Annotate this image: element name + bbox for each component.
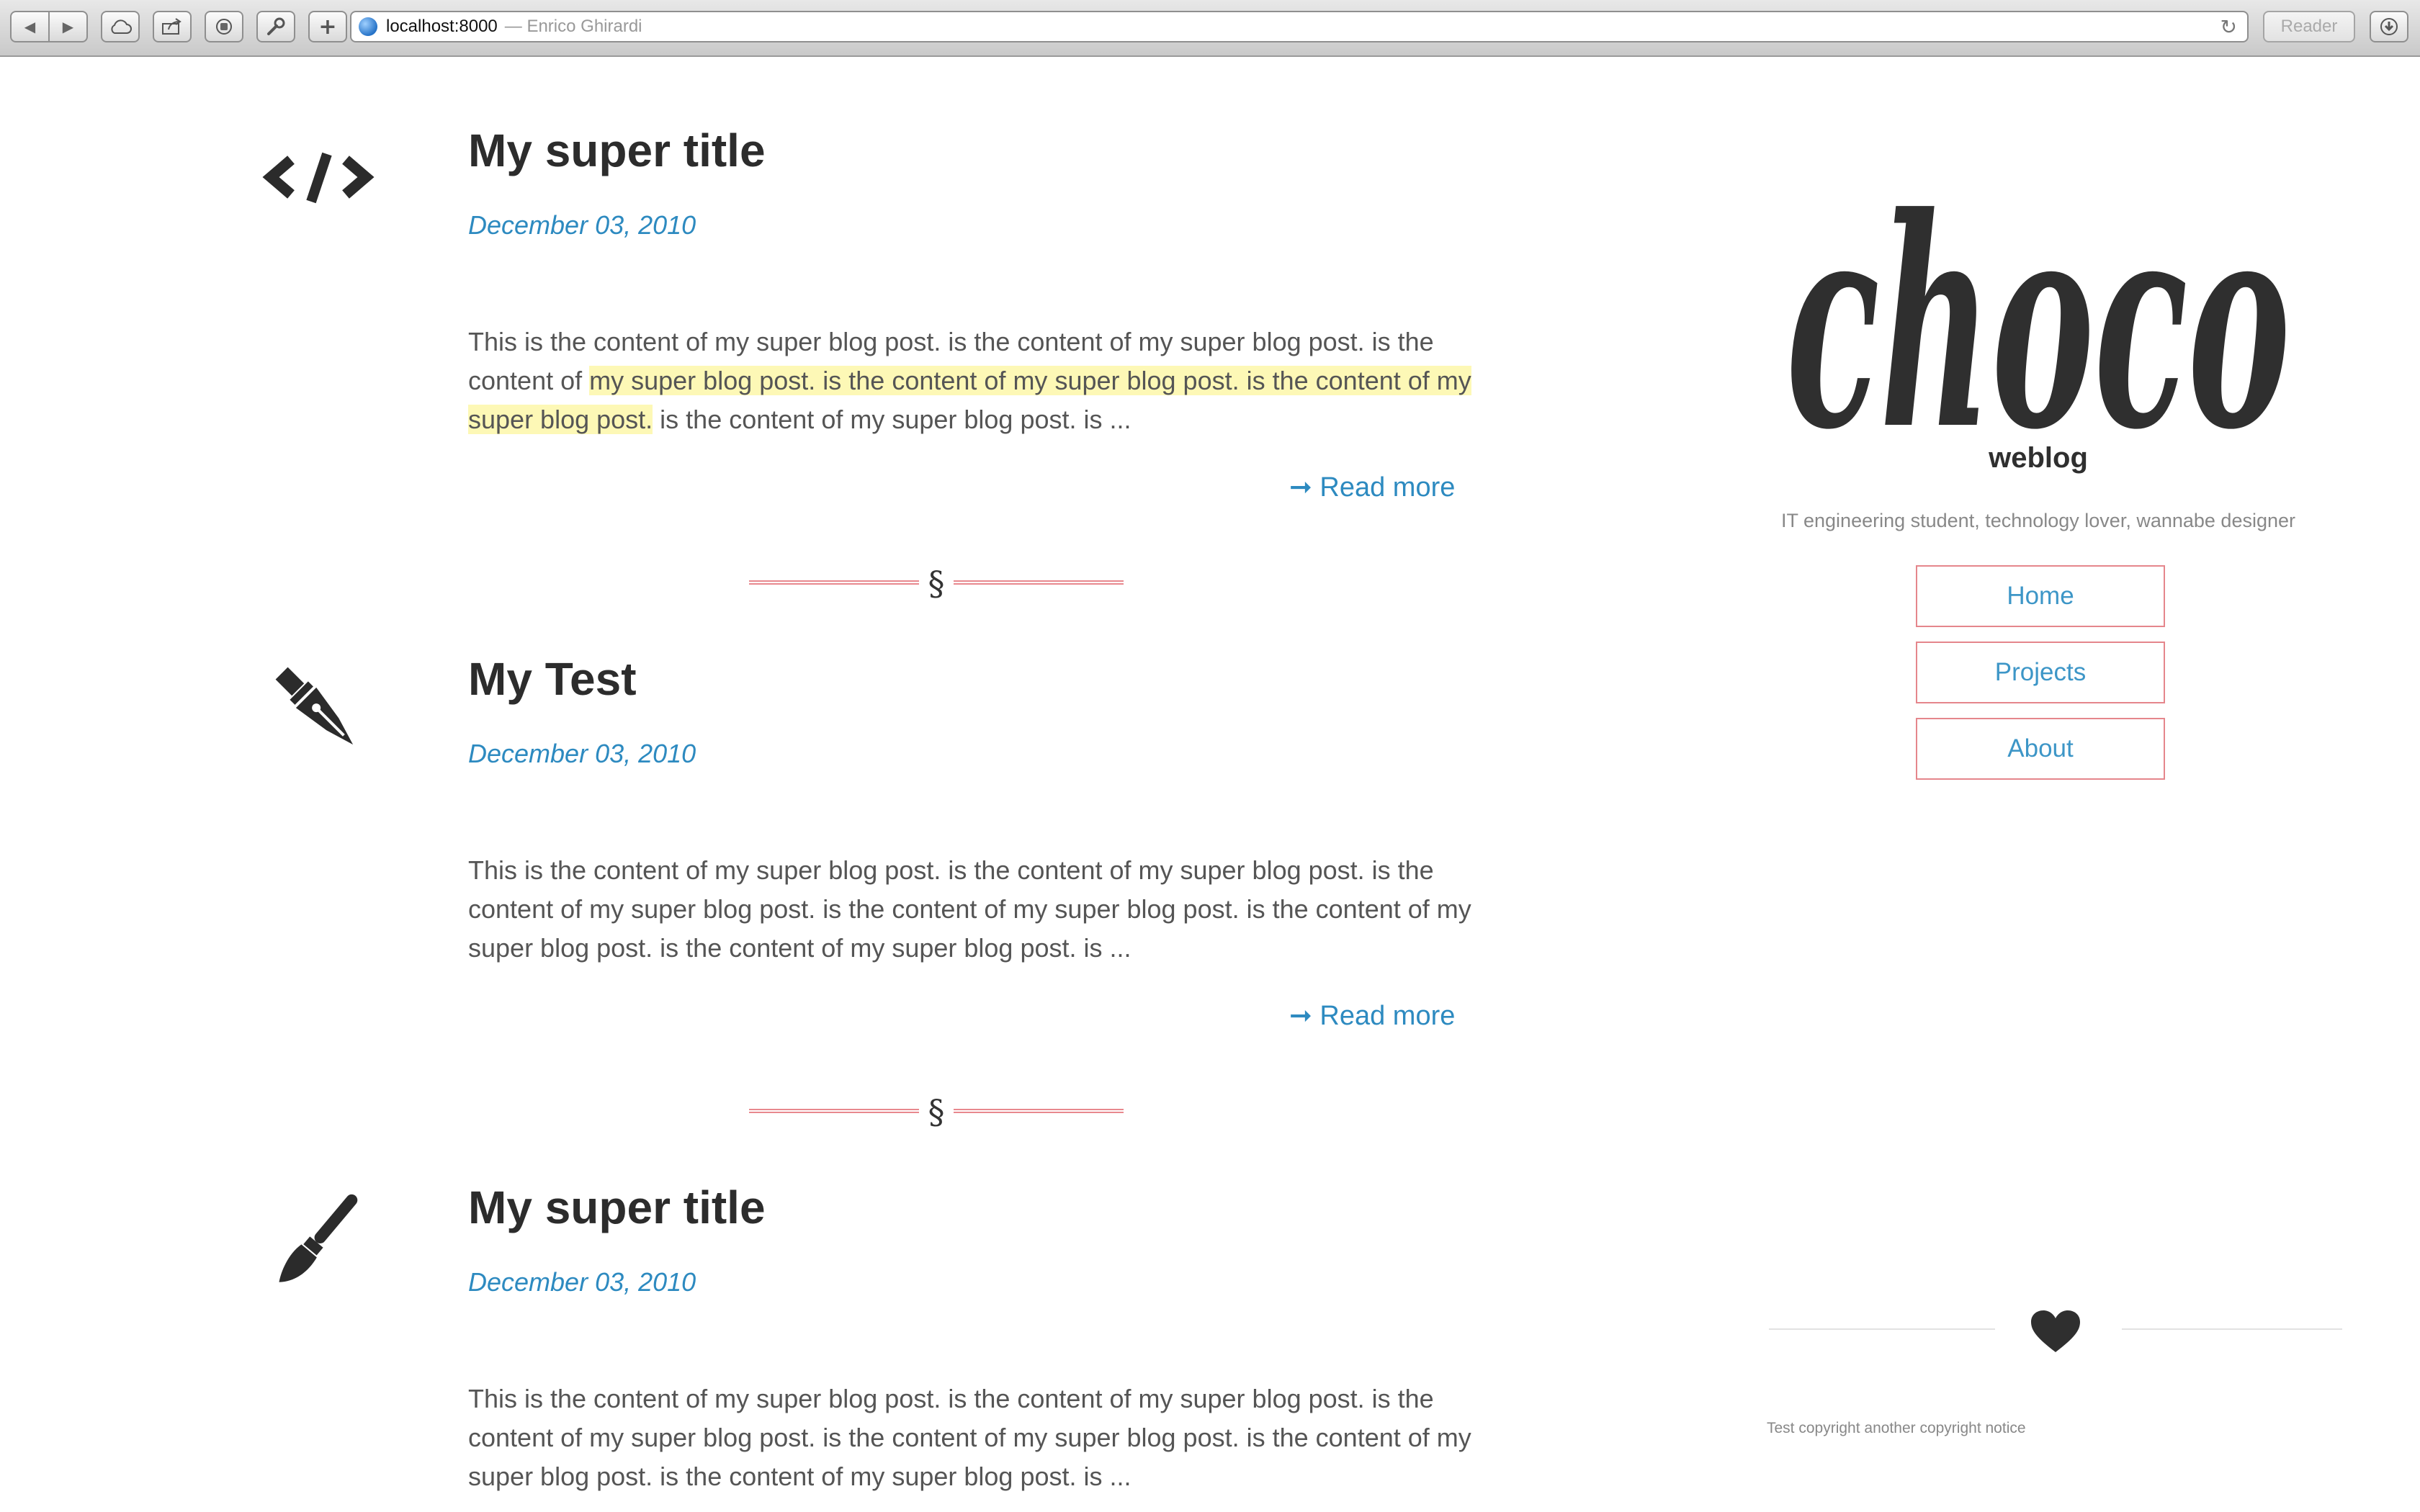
footer-divider-line: [2122, 1328, 2342, 1330]
post-excerpt: This is the content of my super blog pos…: [468, 855, 1471, 963]
nav-projects[interactable]: Projects: [1916, 642, 2165, 703]
post-title[interactable]: My super title: [468, 124, 766, 177]
choco-logo: choco: [1786, 155, 2290, 446]
forward-button[interactable]: ▶: [50, 18, 86, 35]
footer-divider-line: [1769, 1328, 1995, 1330]
url-page-title: — Enrico Ghirardi: [504, 17, 642, 36]
paintbrush-icon: [279, 1194, 358, 1282]
site-tagline: IT engineering student, technology lover…: [1781, 510, 2295, 531]
read-more-link[interactable]: ➞ Read more: [1289, 999, 1455, 1032]
plus-icon: +: [318, 14, 337, 40]
extension-button[interactable]: [205, 11, 243, 42]
post-excerpt: This is the content of my super blog pos…: [468, 323, 1476, 439]
reload-icon[interactable]: ↻: [2220, 15, 2237, 39]
divider-line: [954, 1109, 1124, 1113]
copyright-notice: Test copyright another copyright notice: [1767, 1420, 2026, 1436]
share-icon: [162, 18, 182, 35]
code-icon: [262, 152, 375, 204]
nav-about[interactable]: About: [1916, 718, 2165, 780]
excerpt-text: is the content of my super blog post. is…: [653, 405, 1131, 434]
shield-icon: [216, 19, 232, 35]
post-date: December 03, 2010: [468, 739, 696, 768]
download-icon: [2380, 18, 2398, 35]
post-excerpt: This is the content of my super blog pos…: [468, 1384, 1471, 1491]
new-tab-button[interactable]: +: [308, 11, 347, 42]
post-date: December 03, 2010: [468, 1267, 696, 1297]
fountain-pen-icon: [275, 667, 354, 745]
divider-line: [954, 580, 1124, 585]
wrench-icon: [267, 17, 285, 35]
logo-text: choco: [1786, 155, 2290, 446]
tools-button[interactable]: [256, 11, 295, 42]
globe-icon: [359, 17, 377, 36]
heart-icon: [2031, 1310, 2080, 1352]
nav-home[interactable]: Home: [1916, 565, 2165, 627]
address-bar[interactable]: localhost:8000 — Enrico Ghirardi ↻: [350, 11, 2249, 42]
browser-toolbar: ◀ ▶ + localhost:8000 — Enrico Ghirardi ↻: [0, 0, 2420, 57]
cloud-icon: [111, 19, 132, 34]
logo-subtitle: weblog: [1989, 442, 2088, 474]
back-button[interactable]: ◀: [12, 18, 48, 35]
post-date: December 03, 2010: [468, 210, 696, 240]
downloads-button[interactable]: [2370, 11, 2408, 42]
read-more-link[interactable]: ➞ Read more: [1289, 471, 1455, 503]
url-host: localhost:8000: [386, 17, 498, 36]
back-forward-buttons: ◀ ▶: [10, 11, 88, 42]
post-title[interactable]: My super title: [468, 1181, 766, 1234]
post-title[interactable]: My Test: [468, 652, 637, 706]
post-divider: §: [749, 1090, 1124, 1133]
icloud-tabs-button[interactable]: [101, 11, 140, 42]
post-divider: §: [749, 562, 1124, 605]
reader-button[interactable]: Reader: [2263, 11, 2355, 42]
share-button[interactable]: [153, 11, 192, 42]
